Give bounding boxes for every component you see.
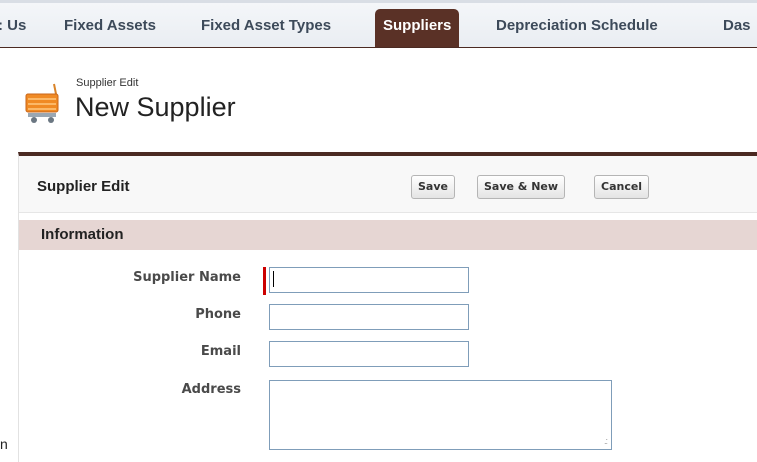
supplier-name-label: Supplier Name bbox=[133, 270, 241, 285]
save-and-new-button[interactable]: Save & New bbox=[477, 175, 566, 199]
section-title: Information bbox=[41, 226, 124, 243]
tab-suppliers[interactable]: Suppliers bbox=[375, 9, 460, 47]
information-section-header: Information bbox=[19, 220, 757, 250]
tab-fixed-assets[interactable]: Fixed Assets bbox=[64, 9, 156, 43]
page-subtitle: Supplier Edit bbox=[76, 77, 139, 89]
cancel-button[interactable]: Cancel bbox=[594, 175, 650, 199]
phone-label: Phone bbox=[195, 307, 241, 322]
cart-icon bbox=[24, 82, 62, 124]
save-button[interactable]: Save bbox=[411, 175, 455, 199]
page-title: New Supplier bbox=[75, 92, 236, 122]
stray-text: n bbox=[0, 436, 8, 452]
supplier-edit-panel: Supplier Edit Save Save & New Cancel Inf… bbox=[18, 152, 757, 462]
email-input[interactable] bbox=[269, 341, 469, 367]
supplier-name-input[interactable] bbox=[269, 267, 469, 293]
required-marker bbox=[263, 267, 266, 295]
tab-contact-us[interactable]: : Us bbox=[0, 9, 26, 43]
address-label: Address bbox=[181, 382, 241, 397]
panel-title: Supplier Edit bbox=[37, 178, 130, 195]
phone-input[interactable] bbox=[269, 304, 469, 330]
tab-bar: : Us Fixed Assets Fixed Asset Types Supp… bbox=[0, 0, 757, 48]
address-textarea[interactable]: .: bbox=[269, 380, 612, 450]
tab-bar-underline bbox=[0, 47, 757, 48]
panel-header: Supplier Edit Save Save & New Cancel bbox=[19, 156, 757, 213]
tab-fixed-asset-types[interactable]: Fixed Asset Types bbox=[201, 9, 331, 43]
tab-depreciation-schedule[interactable]: Depreciation Schedule bbox=[496, 9, 658, 43]
email-label: Email bbox=[200, 344, 241, 359]
resize-handle-icon[interactable]: .: bbox=[604, 436, 608, 446]
tab-dashboard[interactable]: Das bbox=[723, 9, 751, 43]
